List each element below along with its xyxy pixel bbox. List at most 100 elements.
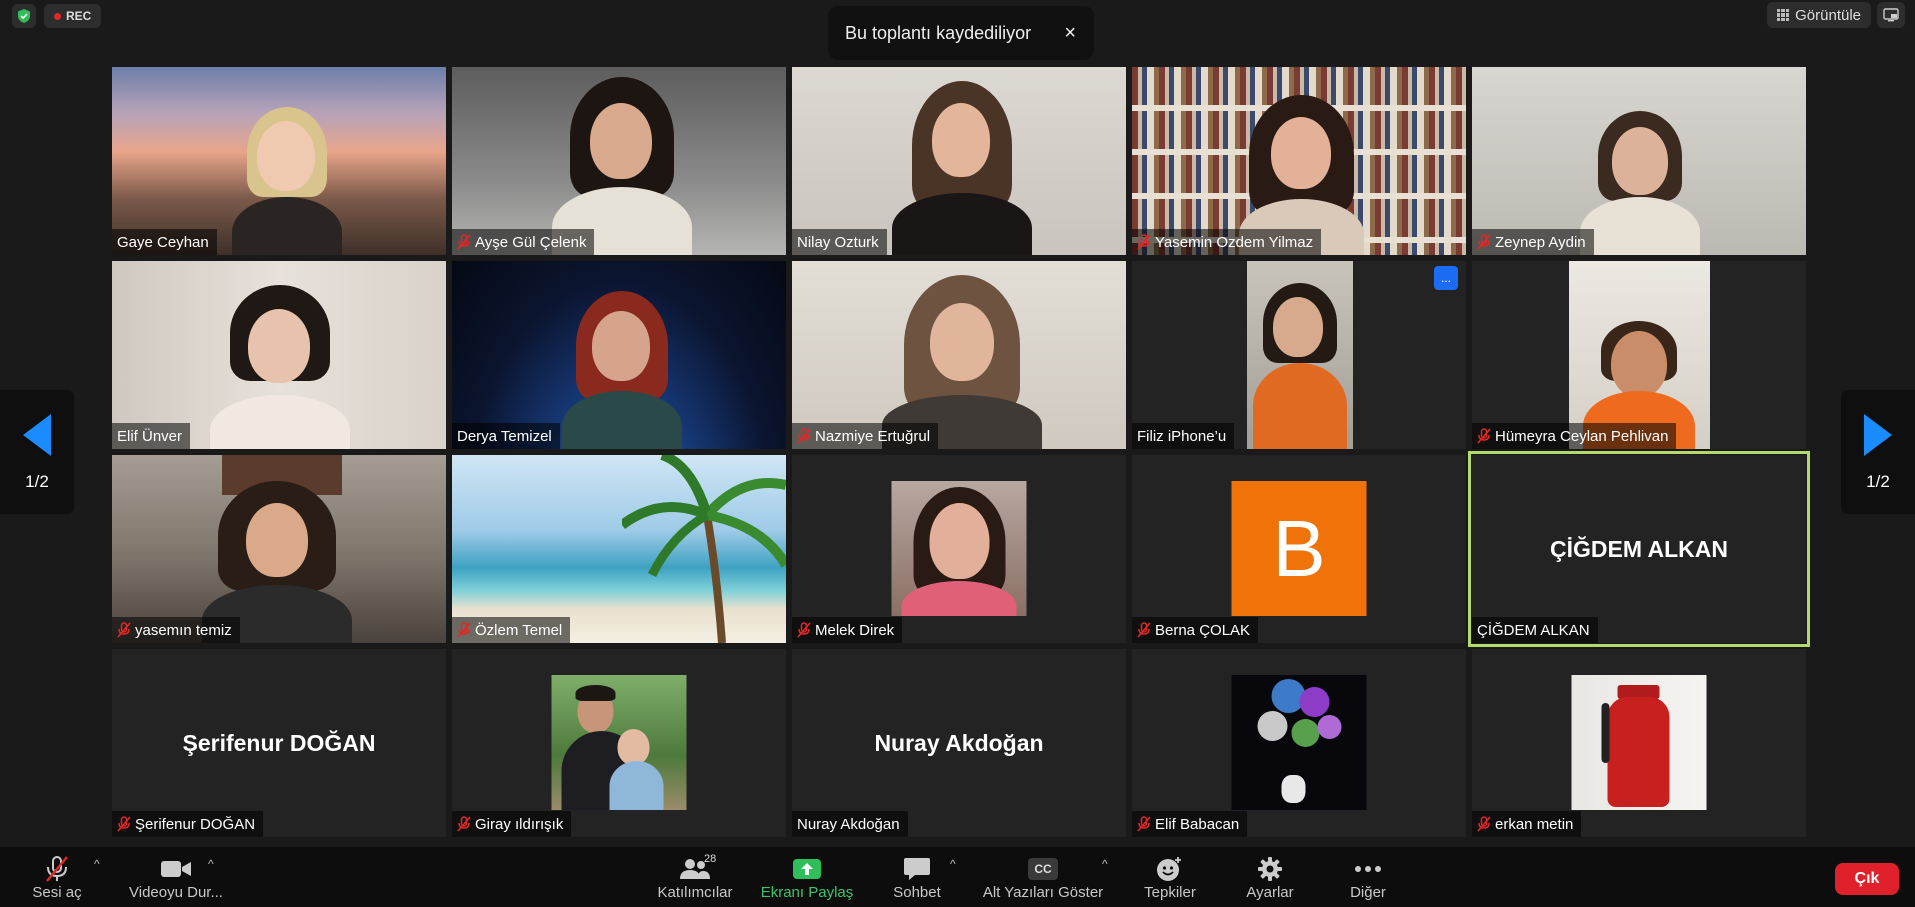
video-tile[interactable]: Elif Babacan <box>1132 649 1466 837</box>
video-tile-active-speaker[interactable]: ÇİĞDEM ALKAN ÇİĞDEM ALKAN <box>1468 451 1810 647</box>
participant-name-label: Elif Ünver <box>112 423 191 449</box>
security-shield-icon[interactable] <box>12 4 36 28</box>
video-tile[interactable]: Giray ıldırışık <box>452 649 786 837</box>
more-dots-icon <box>1354 854 1382 884</box>
toast-text: Bu toplantı kaydediliyor <box>845 22 1032 43</box>
video-tile[interactable]: Gaye Ceyhan <box>112 67 446 255</box>
video-camera-icon <box>160 854 192 884</box>
chat-label: Sohbet <box>893 883 941 901</box>
muted-mic-icon <box>117 622 131 638</box>
captions-options-chevron-icon[interactable]: ^ <box>1102 857 1108 871</box>
participant-name-label: Elif Babacan <box>1132 811 1248 837</box>
participant-figure <box>892 81 1032 255</box>
avatar <box>1571 675 1707 810</box>
participant-center-name: ÇİĞDEM ALKAN <box>1549 535 1729 562</box>
share-screen-icon <box>792 854 822 884</box>
toast-close-icon[interactable]: × <box>1064 22 1076 45</box>
view-label: Görüntüle <box>1795 6 1861 24</box>
top-left-status: REC <box>12 4 102 28</box>
avatar-initial: B <box>1231 481 1367 616</box>
view-button[interactable]: Görüntüle <box>1767 2 1871 28</box>
share-screen-label: Ekranı Paylaş <box>760 883 854 901</box>
participant-name-label: Zeynep Aydin <box>1472 229 1594 255</box>
video-tile[interactable]: Yasemin Ozdem Yilmaz <box>1132 67 1466 255</box>
video-tile[interactable]: ... Filiz iPhone’u <box>1132 261 1466 449</box>
muted-mic-icon <box>797 622 811 638</box>
palm-tree-icon <box>622 455 786 643</box>
muted-mic-icon <box>1137 234 1151 250</box>
unmute-button[interactable]: Sesi aç <box>22 847 92 907</box>
video-options-chevron-icon[interactable]: ^ <box>208 857 214 871</box>
participant-name-label: Yasemin Ozdem Yilmaz <box>1132 229 1322 255</box>
participants-label: Katılımcılar <box>657 883 733 901</box>
reactions-button[interactable]: Tepkiler <box>1138 847 1202 907</box>
participant-name-label: Nazmiye Ertuğrul <box>792 423 939 449</box>
muted-mic-icon <box>1137 816 1151 832</box>
chat-button[interactable]: Sohbet <box>884 847 950 907</box>
participant-name-label: Filiz iPhone’u <box>1132 423 1235 449</box>
video-tile[interactable]: Elif Ünver <box>112 261 446 449</box>
participant-name-label: Gaye Ceyhan <box>112 229 217 255</box>
settings-button[interactable]: Ayarlar <box>1238 847 1302 907</box>
participant-name-label: Derya Temizel <box>452 423 560 449</box>
next-page-button[interactable]: 1/2 <box>1841 390 1915 514</box>
participant-center-name: Şerifenur DOĞAN <box>182 729 376 756</box>
share-screen-button[interactable]: Ekranı Paylaş <box>756 847 858 907</box>
participant-figure <box>210 285 350 449</box>
video-tile[interactable]: Melek Direk <box>792 455 1126 643</box>
top-right-controls: Görüntüle <box>1767 2 1905 28</box>
video-tile[interactable]: B Berna ÇOLAK <box>1132 455 1466 643</box>
leave-meeting-button[interactable]: Çık <box>1835 863 1899 895</box>
participant-name-label: Ayşe Gül Çelenk <box>452 229 595 255</box>
more-button[interactable]: Diğer <box>1338 847 1398 907</box>
audio-options-chevron-icon[interactable]: ^ <box>94 857 100 871</box>
show-captions-button[interactable]: CC Alt Yazıları Göster <box>980 847 1106 907</box>
tile-more-options-button[interactable]: ... <box>1434 266 1458 290</box>
recording-indicator[interactable]: REC <box>44 4 102 28</box>
fullscreen-toggle-button[interactable] <box>1877 2 1905 28</box>
participant-name-label: Giray ıldırışık <box>452 811 572 837</box>
stop-video-label: Videoyu Dur... <box>129 883 223 901</box>
participant-name-label: Nuray Akdoğan <box>792 811 908 837</box>
video-tile[interactable]: yasemın temiz <box>112 455 446 643</box>
participant-name-label: ÇİĞDEM ALKAN <box>1472 617 1598 643</box>
grid-view-icon <box>1777 9 1790 21</box>
muted-mic-icon <box>457 234 471 250</box>
recording-toast: Bu toplantı kaydediliyor × <box>828 6 1094 60</box>
prev-page-button[interactable]: 1/2 <box>0 390 74 514</box>
participant-figure <box>1580 111 1700 255</box>
video-tile[interactable]: Ayşe Gül Çelenk <box>452 67 786 255</box>
video-tile[interactable]: erkan metin <box>1472 649 1806 837</box>
video-tile[interactable]: Derya Temizel <box>452 261 786 449</box>
settings-label: Ayarlar <box>1246 883 1294 901</box>
muted-mic-icon <box>1477 816 1491 832</box>
show-captions-label: Alt Yazıları Göster <box>982 883 1104 901</box>
chat-options-chevron-icon[interactable]: ^ <box>950 857 956 871</box>
muted-mic-icon <box>457 622 471 638</box>
video-tile[interactable]: Nuray Akdoğan Nuray Akdoğan <box>792 649 1126 837</box>
participant-name-label: Şerifenur DOĞAN <box>112 811 264 837</box>
participant-name-label: Hümeyra Ceylan Pehlivan <box>1472 423 1677 449</box>
video-tile[interactable]: Özlem Temel <box>452 455 786 643</box>
record-dot-icon <box>54 12 61 20</box>
participant-name-label: Özlem Temel <box>452 617 571 643</box>
participant-name-label: Melek Direk <box>792 617 903 643</box>
video-tile[interactable]: Nilay Ozturk <box>792 67 1126 255</box>
video-tile[interactable]: Hümeyra Ceylan Pehlivan <box>1472 261 1806 449</box>
meeting-toolbar: Sesi aç ^ Videoyu Dur... ^ 28 Katılımcıl… <box>0 847 1915 907</box>
participants-button[interactable]: 28 Katılımcılar <box>652 847 738 907</box>
video-tile[interactable]: Şerifenur DOĞAN Şerifenur DOĞAN <box>112 649 446 837</box>
video-tile[interactable]: Nazmiye Ertuğrul <box>792 261 1126 449</box>
avatar <box>1231 675 1367 810</box>
muted-mic-icon <box>1137 622 1151 638</box>
video-grid: Gaye Ceyhan Ayşe Gül Çelenk Nilay Ozturk <box>112 67 1810 837</box>
avatar <box>551 675 687 810</box>
stop-video-button[interactable]: Videoyu Dur... <box>124 847 228 907</box>
gear-icon <box>1257 854 1283 884</box>
page-indicator-left: 1/2 <box>25 472 49 491</box>
muted-mic-icon <box>457 816 471 832</box>
video-tile[interactable]: Zeynep Aydin <box>1472 67 1806 255</box>
participant-figure <box>1253 283 1347 449</box>
arrow-right-icon <box>1864 414 1892 456</box>
muted-mic-icon <box>1477 234 1491 250</box>
